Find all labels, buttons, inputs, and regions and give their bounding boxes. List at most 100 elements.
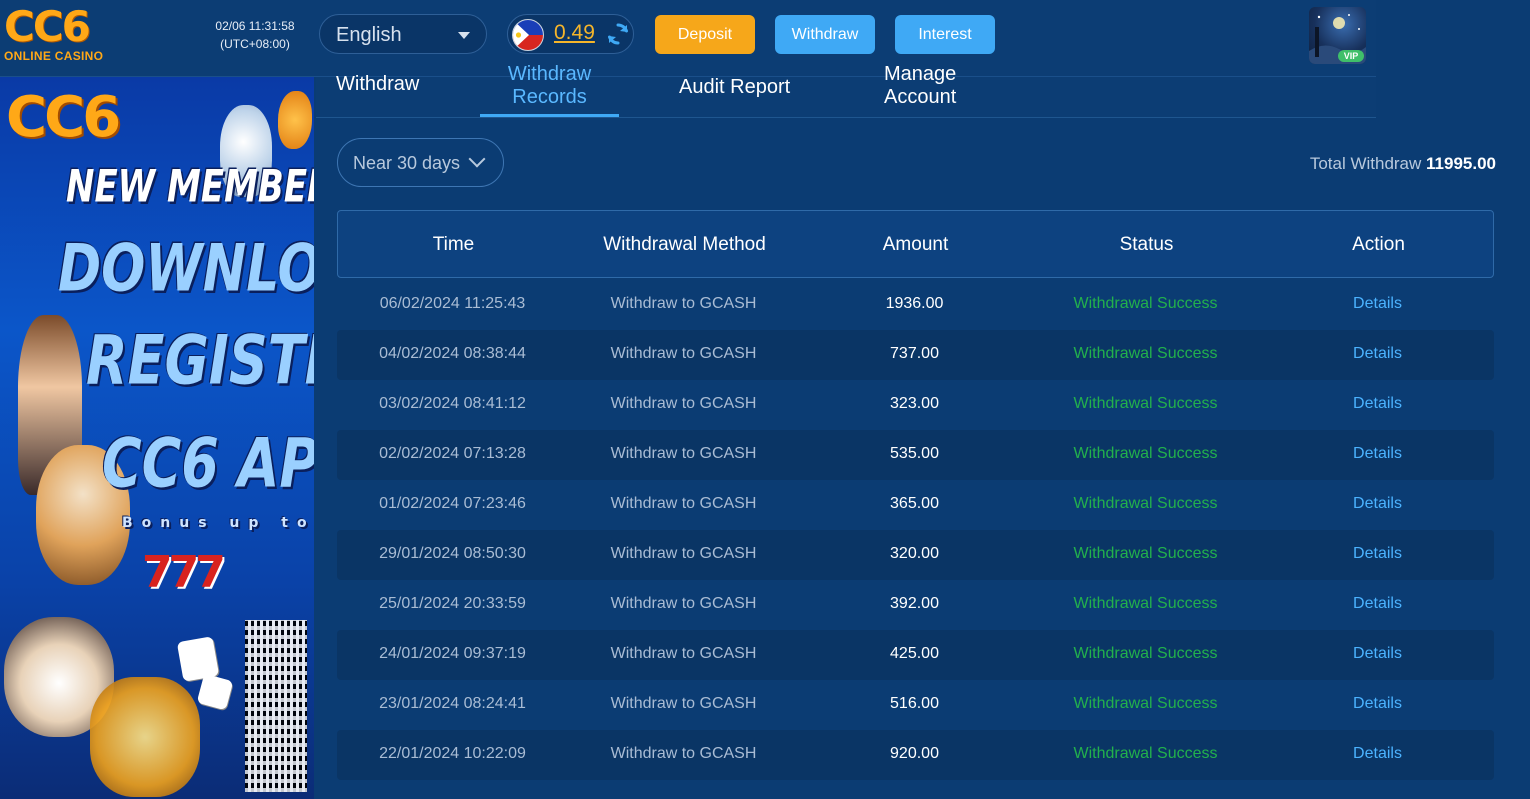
cell-amount: 1936.00 bbox=[885, 295, 944, 312]
cell-time: 03/02/2024 08:41:12 bbox=[379, 395, 526, 412]
details-link[interactable]: Details bbox=[1261, 295, 1494, 313]
deposit-button[interactable]: Deposit bbox=[655, 15, 755, 54]
cell-time: 25/01/2024 20:33:59 bbox=[379, 595, 526, 612]
cell-amount: 737.00 bbox=[890, 345, 939, 362]
tab-label: Manage bbox=[884, 63, 957, 85]
balance-amount[interactable]: 0.49 bbox=[554, 21, 595, 45]
cell-method: Withdraw to GCASH bbox=[610, 545, 757, 562]
top-header: CC6 ONLINE CASINO 02/06 11:31:58 (UTC+08… bbox=[0, 0, 1376, 77]
cell-amount: 320.00 bbox=[890, 545, 939, 562]
logo-text: CC6 bbox=[4, 2, 91, 51]
clock-datetime: 02/06 11:31:58 bbox=[215, 19, 295, 33]
interest-button[interactable]: Interest bbox=[895, 15, 995, 54]
tab-label: Withdraw bbox=[336, 73, 420, 95]
banner-download: DOWNLOAD & bbox=[58, 231, 314, 307]
cell-method: Withdraw to GCASH bbox=[610, 445, 757, 462]
cell-method: Withdraw to GCASH bbox=[610, 645, 757, 662]
language-select[interactable]: English bbox=[319, 14, 487, 54]
cell-method: Withdraw to GCASH bbox=[610, 295, 757, 312]
cell-status: Withdrawal Success bbox=[1073, 345, 1218, 362]
banner-app: CC6 APP bbox=[102, 424, 314, 503]
details-link[interactable]: Details bbox=[1261, 395, 1494, 413]
vip-badge: VIP bbox=[1338, 50, 1364, 62]
cell-amount: 323.00 bbox=[890, 395, 939, 412]
cell-amount: 392.00 bbox=[890, 595, 939, 612]
cell-time: 24/01/2024 09:37:19 bbox=[379, 645, 526, 662]
philippines-flag-icon bbox=[512, 19, 544, 51]
cell-amount: 425.00 bbox=[890, 645, 939, 662]
details-link[interactable]: Details bbox=[1261, 595, 1494, 613]
tab-withdraw-records[interactable]: Withdraw Records bbox=[480, 63, 619, 115]
balance-display: 0.49 bbox=[507, 14, 634, 54]
table-header: Time Withdrawal Method Amount Status Act… bbox=[337, 210, 1494, 278]
cell-amount: 365.00 bbox=[890, 495, 939, 512]
cell-status: Withdrawal Success bbox=[1073, 495, 1218, 512]
banner-new-member: NEW MEMBER bbox=[66, 161, 314, 213]
cell-method: Withdraw to GCASH bbox=[610, 695, 757, 712]
tab-label: Account bbox=[884, 86, 957, 108]
total-withdraw: Total Withdraw 11995.00 bbox=[1310, 154, 1496, 174]
table-row: 25/01/2024 20:33:59 Withdraw to GCASH 39… bbox=[337, 580, 1494, 630]
details-link[interactable]: Details bbox=[1261, 495, 1494, 513]
cell-time: 02/02/2024 07:13:28 bbox=[379, 445, 526, 462]
account-tabs: Withdraw Withdraw Records Audit Report M… bbox=[316, 63, 1376, 118]
promo-banner[interactable]: CC6 NEW MEMBER DOWNLOAD & REGISTER CC6 A… bbox=[0, 77, 314, 799]
records-table-body: 06/02/2024 11:25:43 Withdraw to GCASH 19… bbox=[337, 280, 1494, 780]
details-link[interactable]: Details bbox=[1261, 545, 1494, 563]
table-row: 22/01/2024 10:22:09 Withdraw to GCASH 92… bbox=[337, 730, 1494, 780]
site-logo[interactable]: CC6 ONLINE CASINO bbox=[4, 2, 114, 66]
details-link[interactable]: Details bbox=[1261, 445, 1494, 463]
fish-character-image bbox=[278, 91, 312, 149]
cell-time: 29/01/2024 08:50:30 bbox=[379, 545, 526, 562]
cell-status: Withdrawal Success bbox=[1073, 395, 1218, 412]
active-tab-indicator bbox=[480, 114, 619, 117]
column-header-action: Action bbox=[1352, 234, 1405, 255]
clock: 02/06 11:31:58 (UTC+08:00) bbox=[205, 17, 305, 53]
column-header-method: Withdrawal Method bbox=[603, 234, 766, 255]
cell-method: Withdraw to GCASH bbox=[610, 595, 757, 612]
cell-time: 06/02/2024 11:25:43 bbox=[379, 295, 526, 312]
table-row: 29/01/2024 08:50:30 Withdraw to GCASH 32… bbox=[337, 530, 1494, 580]
banner-logo: CC6 bbox=[6, 85, 121, 150]
cell-time: 04/02/2024 08:38:44 bbox=[379, 345, 526, 362]
details-link[interactable]: Details bbox=[1261, 695, 1494, 713]
tab-label: Records bbox=[512, 86, 587, 108]
table-row: 06/02/2024 11:25:43 Withdraw to GCASH 19… bbox=[337, 280, 1494, 330]
column-header-status: Status bbox=[1119, 234, 1174, 255]
table-row: 23/01/2024 08:24:41 Withdraw to GCASH 51… bbox=[337, 680, 1494, 730]
tab-audit-report[interactable]: Audit Report bbox=[679, 76, 790, 99]
cell-method: Withdraw to GCASH bbox=[610, 495, 757, 512]
cell-status: Withdrawal Success bbox=[1073, 445, 1218, 462]
language-value: English bbox=[336, 24, 402, 46]
table-row: 03/02/2024 08:41:12 Withdraw to GCASH 32… bbox=[337, 380, 1494, 430]
cell-amount: 516.00 bbox=[890, 695, 939, 712]
withdraw-button[interactable]: Withdraw bbox=[775, 15, 875, 54]
table-row: 24/01/2024 09:37:19 Withdraw to GCASH 42… bbox=[337, 630, 1494, 680]
tab-withdraw[interactable]: Withdraw bbox=[336, 73, 426, 117]
cell-method: Withdraw to GCASH bbox=[610, 745, 757, 762]
tab-manage-account[interactable]: Manage Account bbox=[884, 63, 984, 115]
details-link[interactable]: Details bbox=[1261, 645, 1494, 663]
cell-status: Withdrawal Success bbox=[1073, 295, 1218, 312]
gold-coins-image bbox=[90, 677, 200, 797]
user-avatar[interactable]: VIP bbox=[1309, 7, 1366, 64]
total-withdraw-label: Total Withdraw bbox=[1309, 154, 1422, 173]
cell-time: 01/02/2024 07:23:46 bbox=[379, 495, 526, 512]
date-range-select[interactable]: Near 30 days bbox=[337, 138, 504, 187]
cell-status: Withdrawal Success bbox=[1073, 645, 1218, 662]
cell-amount: 535.00 bbox=[890, 445, 939, 462]
cell-status: Withdrawal Success bbox=[1073, 545, 1218, 562]
details-link[interactable]: Details bbox=[1261, 745, 1494, 763]
details-link[interactable]: Details bbox=[1261, 345, 1494, 363]
date-range-value: Near 30 days bbox=[353, 153, 461, 173]
cell-amount: 920.00 bbox=[890, 745, 939, 762]
refresh-icon[interactable] bbox=[606, 22, 630, 46]
chevron-down-icon bbox=[468, 150, 486, 168]
slot-777: 777 bbox=[142, 547, 226, 598]
cell-method: Withdraw to GCASH bbox=[610, 345, 757, 362]
logo-subtitle: ONLINE CASINO bbox=[4, 49, 104, 63]
table-row: 01/02/2024 07:23:46 Withdraw to GCASH 36… bbox=[337, 480, 1494, 530]
cell-method: Withdraw to GCASH bbox=[610, 395, 757, 412]
cell-status: Withdrawal Success bbox=[1073, 595, 1218, 612]
table-row: 04/02/2024 08:38:44 Withdraw to GCASH 73… bbox=[337, 330, 1494, 380]
